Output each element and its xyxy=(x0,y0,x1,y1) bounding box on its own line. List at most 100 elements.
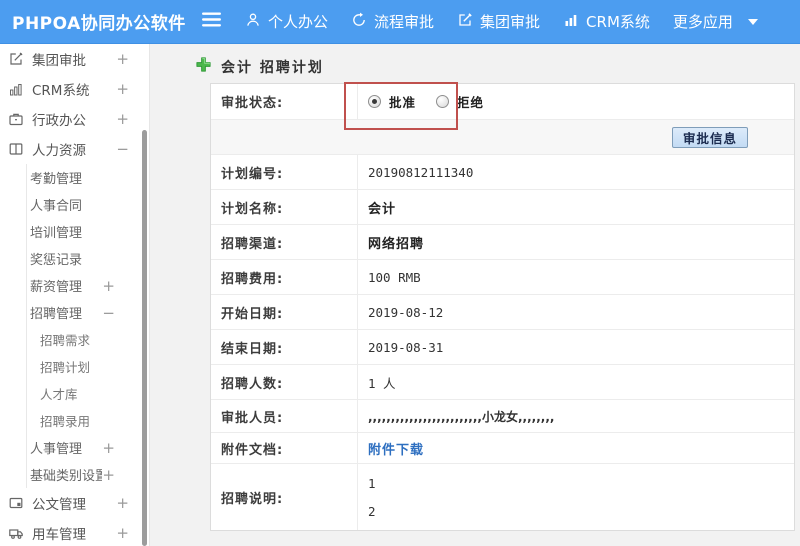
field-label: 招聘说明: xyxy=(211,464,358,530)
radio-label: 批准 xyxy=(389,95,417,110)
sidebar-item-training[interactable]: 培训管理 xyxy=(27,218,149,245)
edit-icon xyxy=(457,12,473,32)
expand-icon[interactable]: + xyxy=(116,524,129,542)
sidebar-scrollbar[interactable] xyxy=(142,130,147,546)
field-label: 计划编号: xyxy=(211,155,358,189)
approval-info-button[interactable]: 审批信息 xyxy=(672,126,749,148)
attachment-download-link[interactable]: 附件下载 xyxy=(368,439,424,458)
radio-option-approve: 批准 xyxy=(368,92,416,111)
sidebar-item-group-approval[interactable]: 集团审批 + xyxy=(0,44,149,74)
sidebar-item-label: 招聘管理 xyxy=(30,307,83,322)
sidebar-item-document-mgmt[interactable]: 公文管理 + xyxy=(0,488,149,518)
expand-icon[interactable]: + xyxy=(116,494,129,512)
field-label: 招聘人数: xyxy=(211,365,358,399)
page-title: 会计 招聘计划 xyxy=(221,59,324,76)
sidebar-item-label: 奖惩记录 xyxy=(30,253,83,268)
sidebar-item-rewards[interactable]: 奖惩记录 xyxy=(27,245,149,272)
detail-table: 审批状态: 批准 拒绝 审批信息 计划编号: 20190812111340 计划… xyxy=(210,83,795,531)
field-value: 2019-08-12 xyxy=(368,304,444,320)
radio-approve[interactable] xyxy=(368,95,381,108)
field-label: 开始日期: xyxy=(211,295,358,329)
field-value: 会计 xyxy=(368,201,397,217)
field-value: 审批信息 xyxy=(358,126,794,148)
chevron-down-icon xyxy=(747,18,758,25)
sidebar-item-base-category[interactable]: 基础类别设置 + xyxy=(27,461,149,488)
sidebar-item-recruit-demand[interactable]: 招聘需求 xyxy=(27,326,149,353)
expand-icon[interactable]: + xyxy=(102,466,115,484)
field-value: 20190812111340 xyxy=(368,164,474,180)
radio-label: 拒绝 xyxy=(457,95,485,110)
sidebar-toggle-button[interactable] xyxy=(202,12,221,31)
expand-icon[interactable]: + xyxy=(102,439,115,457)
field-label: 招聘费用: xyxy=(211,260,358,294)
sidebar-item-recruit-plan[interactable]: 招聘计划 xyxy=(27,353,149,380)
nav-group-approval[interactable]: 集团审批 xyxy=(457,11,540,32)
nav-process-approval[interactable]: 流程审批 xyxy=(351,11,434,32)
hr-submenu: 考勤管理 人事合同 培训管理 奖惩记录 薪资管理 + 招聘管理 − 招聘需求 招… xyxy=(26,164,149,488)
field-label: 计划名称: xyxy=(211,190,358,224)
expand-icon[interactable]: + xyxy=(116,50,129,68)
sidebar-item-talent-pool[interactable]: 人才库 xyxy=(27,380,149,407)
field-label: 审批状态: xyxy=(211,84,358,119)
sidebar-item-hr-contract[interactable]: 人事合同 xyxy=(27,191,149,218)
plus-icon xyxy=(195,56,212,77)
sidebar-item-admin-office[interactable]: 行政办公 + xyxy=(0,104,149,134)
briefcase-icon xyxy=(8,111,24,127)
nav-label: 更多应用 xyxy=(672,13,733,31)
field-value: 1 2 xyxy=(368,476,376,519)
row-approvers: 审批人员: ,,,,,,,,,,,,,,,,,,,,,,,,,小龙女,,,,,,… xyxy=(211,400,794,433)
row-end-date: 结束日期: 2019-08-31 xyxy=(211,330,794,365)
sidebar-item-attendance[interactable]: 考勤管理 xyxy=(27,164,149,191)
sidebar-item-label: 用车管理 xyxy=(32,527,86,543)
sidebar-item-label: 薪资管理 xyxy=(30,280,83,295)
field-label: 审批人员: xyxy=(211,400,358,432)
hamburger-icon xyxy=(202,12,221,31)
sidebar-item-label: 人力资源 xyxy=(32,143,86,159)
expand-icon[interactable]: + xyxy=(102,277,115,295)
expand-icon[interactable]: + xyxy=(116,80,129,98)
nav-label: CRM系统 xyxy=(586,13,650,31)
row-start-date: 开始日期: 2019-08-12 xyxy=(211,295,794,330)
top-nav: 个人办公 流程审批 集团审批 CRM系统 更多应用 xyxy=(245,11,781,32)
user-icon xyxy=(245,12,261,32)
collapse-icon[interactable]: − xyxy=(116,140,129,158)
row-attachment: 附件文档: 附件下载 xyxy=(211,433,794,464)
sidebar-item-recruit-hire[interactable]: 招聘录用 xyxy=(27,407,149,434)
nav-more-apps[interactable]: 更多应用 xyxy=(673,11,758,32)
nav-personal-office[interactable]: 个人办公 xyxy=(245,11,328,32)
row-recruit-cost: 招聘费用: 100 RMB xyxy=(211,260,794,295)
sidebar-item-label: 基础类别设置 xyxy=(30,469,103,484)
field-value: 网络招聘 xyxy=(368,236,425,252)
truck-icon xyxy=(8,525,24,541)
process-history-icon xyxy=(351,12,367,32)
field-value: 2019-08-31 xyxy=(368,339,444,355)
row-plan-name: 计划名称: 会计 xyxy=(211,190,794,225)
main-content: 会计 招聘计划 审批状态: 批准 拒绝 审批信息 计划编号: 201908121… xyxy=(151,44,800,546)
sidebar-item-label: 行政办公 xyxy=(32,113,86,129)
edit-icon xyxy=(8,51,24,67)
row-headcount: 招聘人数: 1 人 xyxy=(211,365,794,400)
collapse-icon[interactable]: − xyxy=(102,304,115,322)
sidebar-item-label: 人事合同 xyxy=(30,199,83,214)
field-label: 附件文档: xyxy=(211,433,358,463)
field-value: 批准 拒绝 xyxy=(358,84,794,119)
sidebar-item-human-resources[interactable]: 人力资源 − xyxy=(0,134,149,164)
row-description: 招聘说明: 1 2 xyxy=(211,464,794,530)
sidebar-item-label: 考勤管理 xyxy=(30,172,83,187)
nav-label: 流程审批 xyxy=(374,13,435,31)
sidebar-item-salary[interactable]: 薪资管理 + xyxy=(27,272,149,299)
app-logo: PHPOA协同办公软件 xyxy=(12,14,186,34)
nav-crm-system[interactable]: CRM系统 xyxy=(563,11,650,32)
sidebar-item-crm-system[interactable]: CRM系统 + xyxy=(0,74,149,104)
sidebar-item-personnel[interactable]: 人事管理 + xyxy=(27,434,149,461)
field-value: 附件下载 xyxy=(358,433,794,463)
radio-option-reject: 拒绝 xyxy=(436,92,484,111)
nav-label: 集团审批 xyxy=(480,13,541,31)
sidebar-item-label: CRM系统 xyxy=(32,83,90,99)
expand-icon[interactable]: + xyxy=(116,110,129,128)
book-icon xyxy=(8,141,24,157)
sidebar-item-recruitment[interactable]: 招聘管理 − xyxy=(27,299,149,326)
sidebar-item-vehicle-mgmt[interactable]: 用车管理 + xyxy=(0,518,149,546)
bar-chart-icon xyxy=(563,12,579,32)
radio-reject[interactable] xyxy=(436,95,450,108)
